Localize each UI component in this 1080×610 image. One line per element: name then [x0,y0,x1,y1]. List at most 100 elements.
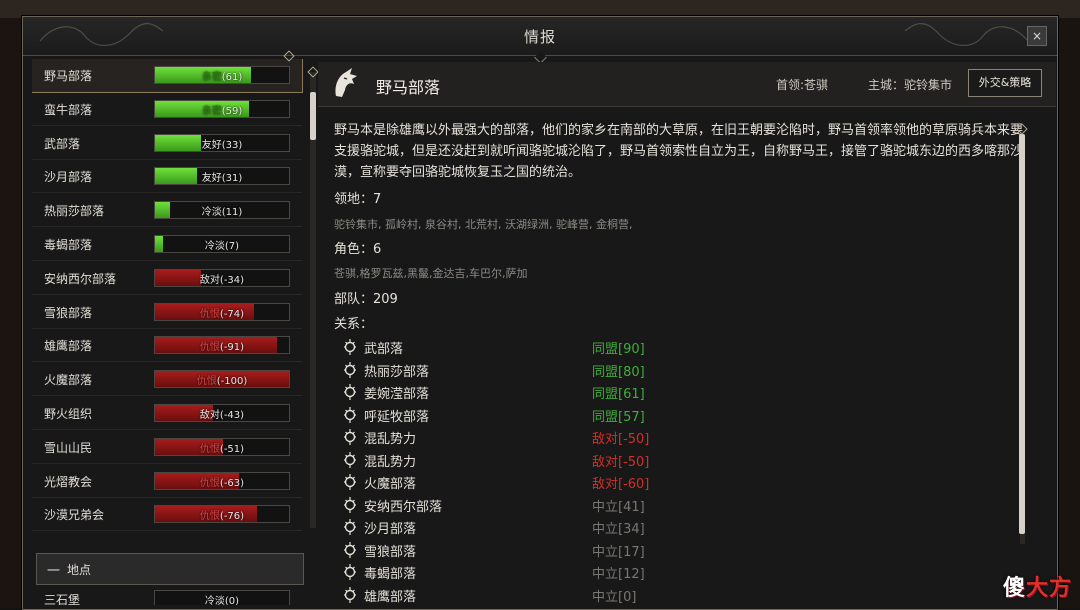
faction-name: 火魔部落 [44,373,93,388]
faction-crest-icon [344,519,356,535]
relation-value: (61) [221,72,243,83]
relation-bar: 冷淡(0) [154,590,290,605]
faction-row[interactable]: 雄鹰部落 仇恨(-91) [32,329,302,363]
faction-crest-icon [344,339,356,355]
relation-value: (-76) [219,511,245,523]
relation-value: 同盟[61] [592,387,645,402]
ornament-right-icon [904,23,1029,46]
relation-bar-text: 冷淡(11) [155,203,289,218]
faction-row[interactable]: 光熠教会 仇恨(-63) [32,465,302,498]
relation-row[interactable]: 沙月部落 中立[34] [342,516,702,538]
relation-status: 冷淡 [204,241,225,252]
relation-bar: 仇恨(-100) [154,370,290,389]
faction-name: 热丽莎部落 [44,204,105,219]
relation-value: 中立[17] [592,544,645,560]
detail-body: 野马本是除雄鹰以外最强大的部落，他们的家乡在南部的大草原，在旧王朝要沦陷时，野马… [334,120,1028,608]
watermark-char: 傻 [1002,576,1026,601]
faction-row[interactable]: 武部落 友好(33) [32,127,302,160]
relation-bar: 仇恨(-74) [154,302,290,321]
faction-crest-icon [344,406,356,423]
relation-row[interactable]: 安纳西尔部落 中立[41] [342,494,702,516]
relation-row[interactable]: 雄鹰部落 中立[0] [342,584,702,606]
faction-row[interactable]: 毒蝎部落 冷淡(7) [32,228,302,261]
territory-list: 驼铃集市, 孤岭村, 泉谷村, 北荒村, 沃湖绿洲, 驼峰营, 金桐营, [334,218,633,231]
relation-value: 中立[41] [592,499,645,515]
relation-row[interactable]: 毒蝎部落 中立[12] [342,561,702,583]
faction-name: 安纳西尔部落 [44,271,117,286]
relation-row[interactable]: 热丽莎部落 同盟[80] [342,359,702,381]
relation-status: 仇恨 [199,511,220,523]
relation-row[interactable]: 姜婉滢部落 同盟[61] [342,381,702,403]
relation-bar-text: 友好(31) [155,169,289,184]
relation-bar: 仇恨(-91) [154,336,290,355]
faction-row[interactable]: 沙月部落 友好(31) [32,160,302,194]
relation-faction-name: 武部落 [364,342,404,357]
relation-row[interactable]: 雪狼部落 中立[17] [342,539,702,561]
relation-status: 亲密 [201,105,222,117]
faction-crest-icon [344,541,356,558]
location-row[interactable]: 三石堡 冷淡(0) [32,583,302,605]
relation-value: (-100) [216,376,248,388]
relation-bar-text: 敌对(-43) [155,406,289,421]
left-scrollbar-track[interactable] [310,72,316,528]
window-title: 情报 [523,28,556,46]
faction-name: 野火组织 [44,407,93,421]
relation-row[interactable]: 火魔部落 敌对[-60] [342,471,702,493]
faction-row[interactable]: 野马部落 亲密(61) [32,59,303,93]
close-button[interactable]: × [1027,26,1047,46]
relation-row[interactable]: 混乱势力 敌对[-50] [342,426,702,448]
faction-row[interactable]: 蛮牛部落 亲密(59) [32,93,302,126]
relation-bar-text: 仇恨(-76) [155,507,289,522]
faction-row[interactable]: 安纳西尔部落 敌对(-34) [32,262,302,295]
faction-crest-icon [344,496,356,513]
relation-value: 同盟[80] [592,364,645,380]
relation-bar-text: 仇恨(-51) [155,440,289,455]
relation-faction-name: 安纳西尔部落 [364,499,443,515]
faction-row[interactable]: 雪山山民 仇恨(-51) [32,431,302,464]
relation-status: 亲密 [201,72,222,83]
relation-value: (33) [221,139,243,151]
relation-value: 同盟[57] [592,409,645,425]
relation-bar-text: 敌对(-34) [155,271,289,286]
faction-name: 沙月部落 [44,170,93,185]
relation-status: 冷淡 [204,596,225,605]
relation-value: (-34) [219,274,245,286]
relation-bar: 亲密(59) [154,99,290,118]
faction-row[interactable]: 雪狼部落 仇恨(-74) [32,296,302,329]
diplomacy-strategy-button[interactable]: 外交&策略 [968,69,1042,97]
relation-bar-text: 冷淡(0) [155,592,289,605]
relation-bar: 敌对(-34) [154,268,290,287]
relation-faction-name: 雄鹰部落 [364,589,417,605]
capital-label: 主城：驼铃集市 [868,78,953,92]
relation-faction-name: 火魔部落 [364,477,417,492]
relation-status: 友好 [201,139,222,151]
relation-row[interactable]: 混乱势力 敌对[-50] [342,449,702,471]
section-header-locations[interactable]: 一 地点 [36,553,304,585]
relation-value: (59) [221,105,243,117]
watermark-logo: 傻大方 [1003,570,1072,602]
faction-row[interactable]: 热丽莎部落 冷淡(11) [32,194,302,228]
relation-status: 仇恨 [196,376,217,388]
collapse-icon: 一 [47,564,61,579]
faction-row[interactable]: 沙漠兄弟会 仇恨(-76) [32,498,302,532]
right-scrollbar-thumb[interactable] [1019,134,1025,534]
relation-value: 敌对[-50] [592,454,650,470]
left-scrollbar-thumb[interactable] [310,92,316,140]
faction-row[interactable]: 野火组织 敌对(-43) [32,397,302,430]
relation-row[interactable]: 呼延牧部落 同盟[57] [342,404,702,426]
relation-bar-text: 亲密(61) [155,68,289,83]
relation-value: 中立[12] [592,567,645,582]
relation-bar: 冷淡(11) [154,201,290,220]
relation-value: 中立[0] [592,589,637,605]
faction-name: 雄鹰部落 [44,339,93,354]
faction-row[interactable]: 火魔部落 仇恨(-100) [32,363,302,397]
faction-crest-icon [344,586,356,603]
relation-faction-name: 混乱势力 [364,454,417,470]
relation-row[interactable]: 武部落 同盟[90] [342,336,702,358]
faction-title: 野马部落 [376,78,441,97]
faction-name: 蛮牛部落 [44,102,93,117]
relation-bar-text: 仇恨(-91) [155,338,289,353]
role-list: 苍骐,格罗瓦兹,黑鬣,金达吉,车巴尔,萨加 [334,267,528,280]
relation-bar: 敌对(-43) [154,404,290,422]
faction-crest-icon [344,451,356,468]
